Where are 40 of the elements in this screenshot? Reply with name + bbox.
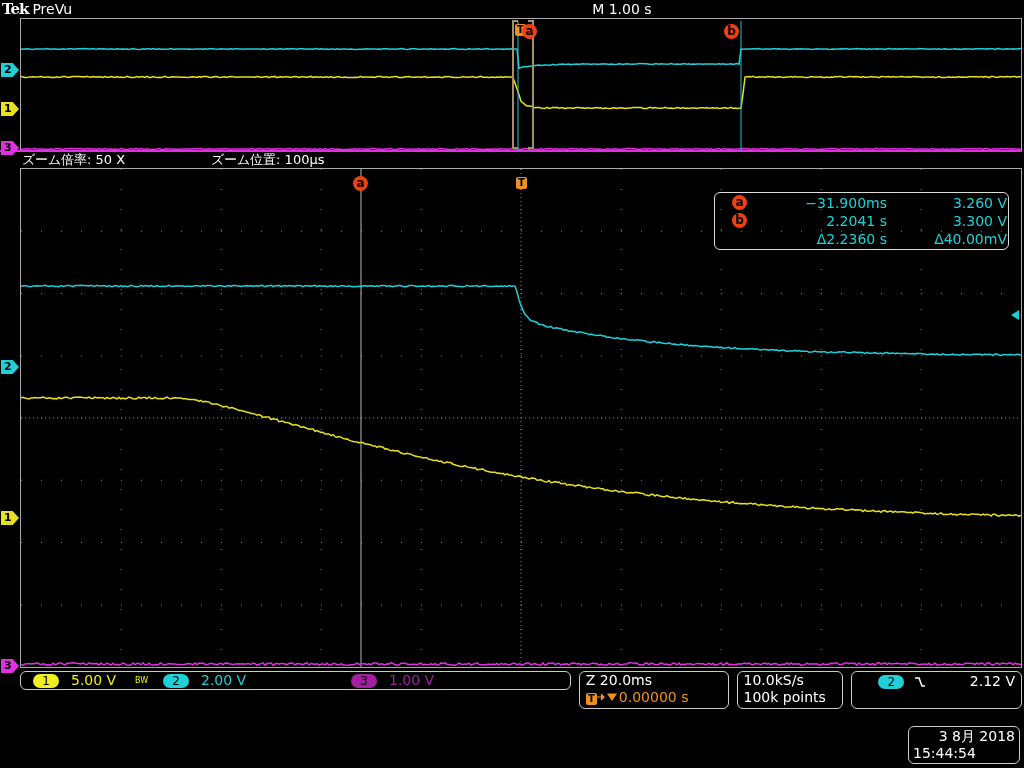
channel-marker: 2: [1, 63, 19, 77]
cursor-label: b: [724, 24, 739, 39]
timebase-readout: M 1.00 s: [592, 1, 652, 17]
channel-marker: 1: [1, 511, 19, 525]
cursor-time: 2.2041 s: [825, 213, 887, 229]
cursor-time: −31.900ms: [804, 195, 887, 211]
trigger-level: 2.12 V: [969, 673, 1015, 690]
time-label: 15:44:54: [913, 745, 976, 761]
channel-scale: 1.00 V: [389, 672, 436, 689]
sample-rate: 10.0kS/s: [743, 672, 804, 688]
zoom-scale: Z 20.0ms: [585, 672, 652, 688]
channel-scale: 5.00 V: [71, 672, 118, 689]
trigger-position: 0.00000 s: [618, 689, 689, 705]
channel-badge[interactable]: 2: [163, 673, 189, 688]
cursor-value: 3.260 V: [951, 195, 1007, 211]
arrow-icon: [596, 692, 619, 702]
bandwidth-limit-label: BW: [135, 675, 150, 687]
delta-value: Δ40.00mV: [933, 231, 1007, 247]
channel-badge[interactable]: 1: [33, 673, 59, 688]
trigger-marker: T: [516, 177, 527, 189]
channel-marker: 1: [1, 102, 19, 116]
channel-badge: 2: [878, 675, 905, 689]
cursor-value: 3.300 V: [951, 213, 1007, 229]
record-length: 100k points: [743, 689, 826, 705]
zoom-factor-label: ズーム倍率: 50 X: [22, 151, 126, 169]
brand-logo: Tek: [2, 0, 29, 18]
trigger-icon: T: [585, 693, 597, 705]
trigger-level-icon: [1011, 310, 1019, 320]
channel-scale: 2.00 V: [201, 672, 248, 689]
cursor-label: a: [732, 195, 747, 210]
channel-marker: 2: [1, 360, 19, 374]
falling-edge-icon: [914, 676, 927, 688]
cursor-label: a: [353, 176, 368, 191]
date-label: 3 8月 2018: [937, 728, 1015, 745]
delta-time: Δ2.2360 s: [815, 231, 887, 247]
cursor-label: b: [732, 213, 747, 228]
zoom-position-label: ズーム位置: 100µs: [211, 151, 325, 169]
channel-marker: 3: [1, 141, 19, 155]
channel-marker: 3: [1, 659, 19, 673]
mode-label: PreVu: [32, 1, 73, 17]
